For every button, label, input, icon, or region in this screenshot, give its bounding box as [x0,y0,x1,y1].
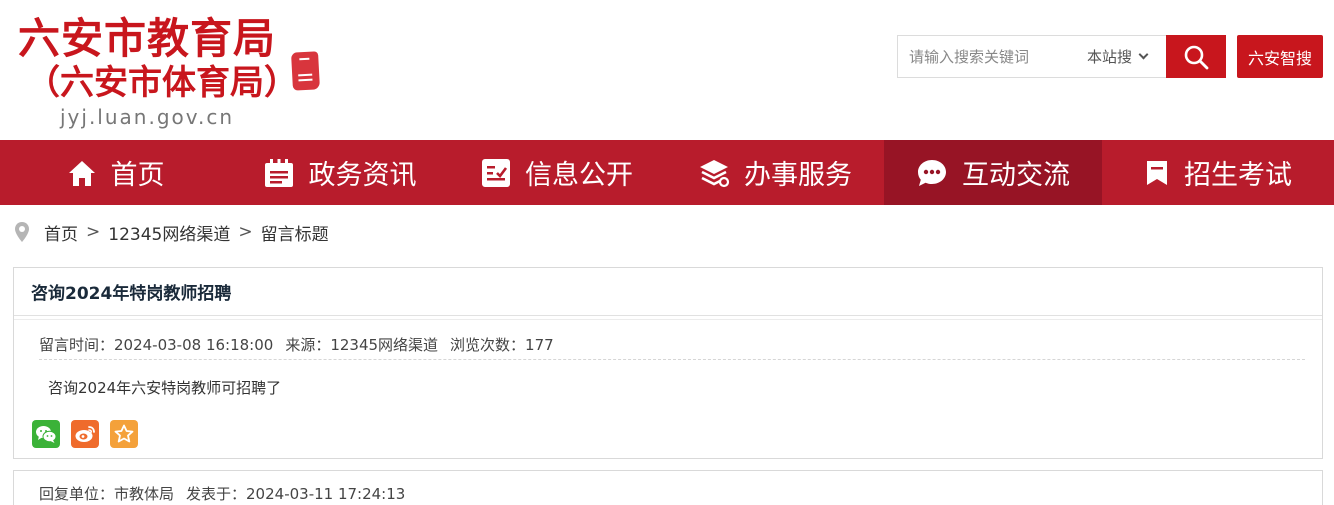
location-pin-icon [15,222,29,242]
main-nav: 首页 政务资讯 信息公开 办事服务 互动交流 招生考试 [0,140,1334,205]
nav-item-label: 互动交流 [962,160,1070,191]
breadcrumb-current: 留言标题 [260,224,329,245]
search-icon [1184,45,1209,69]
info-card-icon [482,158,510,187]
search-input[interactable] [898,36,1068,77]
site-header: 六安市教育局 （六安市体育局） jyj.luan.gov.cn 本站搜 六安智搜 [0,0,1334,140]
nav-item-label: 招生考试 [1184,160,1292,191]
message-title: 咨询2024年特岗教师招聘 [14,268,1322,316]
message-views: 浏览次数：177 [450,336,554,354]
message-time: 留言时间：2024-03-08 16:18:00 [39,336,274,354]
service-stack-icon [700,159,730,187]
nav-item-label: 信息公开 [525,160,633,191]
message-meta: 留言时间：2024-03-08 16:18:00 来源：12345网络渠道 浏览… [39,330,1305,360]
calendar-news-icon [264,158,293,187]
share-bar [32,420,138,448]
chat-bubble-icon [918,159,946,186]
add-favorite-button[interactable] [110,420,138,448]
breadcrumb: 首页 > 12345网络渠道 > 留言标题 [14,218,329,246]
reply-unit: 回复单位：市教体局 [39,485,175,503]
site-logo-title[interactable]: 六安市教育局 [18,14,276,64]
weibo-icon [75,426,95,442]
site-domain: jyj.luan.gov.cn [60,105,235,129]
search-scope-select[interactable]: 本站搜 [1068,36,1166,77]
nav-item-label: 首页 [110,160,165,191]
reply-published-time: 发表于：2024-03-11 17:24:13 [186,485,406,503]
message-panel: 咨询2024年特岗教师招聘 留言时间：2024-03-08 16:18:00 来… [13,267,1323,459]
message-body: 留言时间：2024-03-08 16:18:00 来源：12345网络渠道 浏览… [14,319,1322,458]
red-seal-icon [291,51,320,91]
breadcrumb-channel[interactable]: 12345网络渠道 [108,220,230,245]
site-logo-subtitle: （六安市体育局） [26,63,298,103]
search-box: 本站搜 [897,35,1166,78]
favorite-star-icon [114,424,134,443]
nav-item-home[interactable]: 首页 [0,140,231,205]
nav-item-label: 办事服务 [744,160,852,191]
reply-meta: 回复单位：市教体局 发表于：2024-03-11 17:24:13 [39,483,405,504]
nav-item-label: 政务资讯 [308,160,417,191]
search-scope-value: 本站搜 [1086,48,1132,66]
nav-item-interaction[interactable]: 互动交流 [884,140,1102,205]
search-button[interactable] [1166,35,1226,78]
message-content: 咨询2024年六安特岗教师可招聘了 [48,379,282,397]
home-icon [68,160,95,186]
share-weibo-button[interactable] [71,420,99,448]
nav-item-news[interactable]: 政务资讯 [231,140,448,205]
share-wechat-button[interactable] [32,420,60,448]
breadcrumb-separator: > [238,222,253,242]
breadcrumb-home[interactable]: 首页 [44,220,78,245]
smart-search-button[interactable]: 六安智搜 [1237,35,1323,78]
reply-panel: 回复单位：市教体局 发表于：2024-03-11 17:24:13 [13,470,1323,505]
wechat-icon [36,426,57,443]
nav-item-admissions[interactable]: 招生考试 [1102,140,1334,205]
nav-item-services[interactable]: 办事服务 [666,140,884,205]
breadcrumb-separator: > [86,222,101,242]
chevron-down-icon [1138,49,1149,60]
message-source: 来源：12345网络渠道 [285,336,439,354]
nav-item-info-disclosure[interactable]: 信息公开 [448,140,666,205]
bookmark-flag-icon [1147,160,1167,185]
